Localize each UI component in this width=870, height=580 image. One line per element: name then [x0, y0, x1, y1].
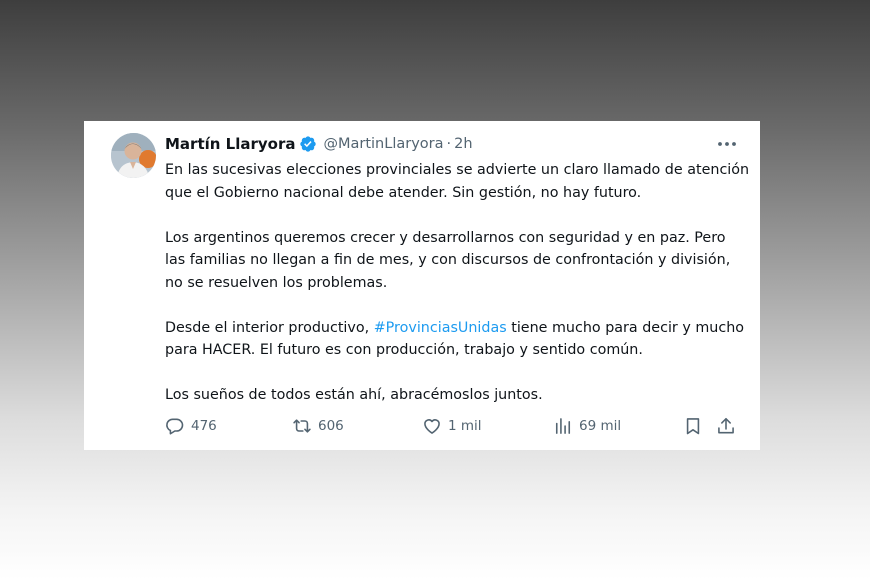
- tweet-paragraph-4: Los sueños de todos están ahí, abracémos…: [165, 387, 543, 403]
- avatar-photo: [111, 133, 156, 178]
- views-chart-icon: [555, 418, 571, 434]
- tweet-actions: 476 606 1 mil 69 mil: [165, 414, 740, 438]
- more-options-icon[interactable]: [716, 134, 738, 154]
- share-button[interactable]: [716, 414, 736, 438]
- author-handle[interactable]: @MartinLlaryora: [323, 136, 443, 152]
- bookmark-button[interactable]: [683, 414, 703, 438]
- retweet-icon: [293, 419, 311, 433]
- hashtag-link[interactable]: #ProvinciasUnidas: [374, 320, 507, 336]
- reply-icon: [166, 418, 184, 435]
- views-button[interactable]: 69 mil: [553, 414, 621, 438]
- tweet-paragraph-1: En las sucesivas elecciones provinciales…: [165, 162, 750, 201]
- retweet-button[interactable]: 606: [292, 414, 344, 438]
- tweet-text: En las sucesivas elecciones provinciales…: [165, 159, 750, 429]
- retweet-count: 606: [318, 418, 344, 434]
- tweet-time[interactable]: 2h: [454, 136, 472, 152]
- view-count: 69 mil: [579, 418, 622, 434]
- verified-badge-icon: [300, 136, 317, 152]
- heart-icon: [424, 419, 440, 434]
- separator-dot: ·: [446, 136, 452, 152]
- like-button[interactable]: 1 mil: [422, 414, 482, 438]
- share-icon: [718, 417, 734, 434]
- reply-count: 476: [191, 418, 217, 434]
- author-name[interactable]: Martín Llaryora: [165, 135, 295, 153]
- avatar[interactable]: [111, 133, 156, 178]
- paragraph-3-start: Desde el interior productivo,: [165, 319, 374, 336]
- tweet-card[interactable]: Martín Llaryora @MartinLlaryora · 2h En …: [84, 121, 760, 450]
- bookmark-icon: [686, 418, 700, 435]
- tweet-header: Martín Llaryora @MartinLlaryora · 2h: [165, 133, 473, 155]
- tweet-paragraph-2: Los argentinos queremos crecer y desarro…: [165, 229, 731, 291]
- like-count: 1 mil: [448, 418, 482, 434]
- tweet-paragraph-3: Desde el interior productivo, #Provincia…: [165, 317, 750, 362]
- reply-button[interactable]: 476: [165, 414, 217, 438]
